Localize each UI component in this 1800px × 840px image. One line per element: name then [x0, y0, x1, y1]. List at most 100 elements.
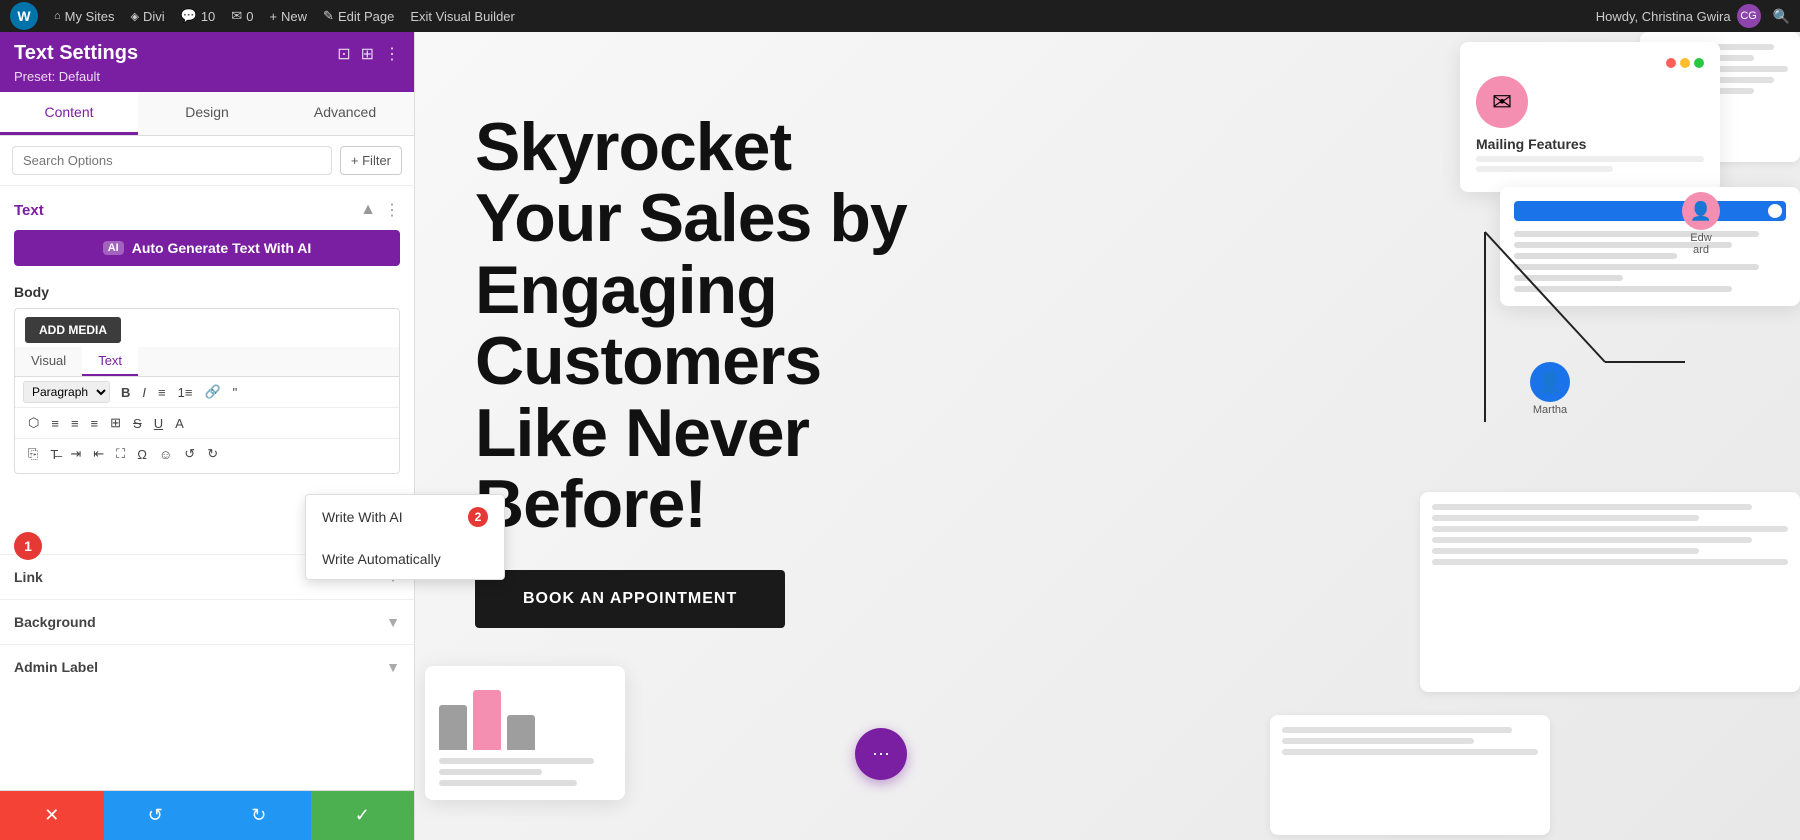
add-media-button[interactable]: ADD MEDIA [25, 317, 121, 343]
my-sites-menu[interactable]: ⌂ My Sites [54, 9, 115, 24]
user-avatar: CG [1737, 4, 1761, 28]
exit-builder-btn[interactable]: Exit Visual Builder [410, 9, 515, 24]
mid-right-lines [1420, 492, 1800, 577]
search-icon[interactable]: 🔍 [1773, 8, 1790, 25]
ai-button-label: Auto Generate Text With AI [132, 240, 312, 256]
window-dots [1476, 58, 1704, 68]
user-account[interactable]: Howdy, Christina Gwira CG [1596, 4, 1761, 28]
admin-label-section-row[interactable]: Admin Label ▼ [0, 644, 414, 689]
format-toolbar-row3: ⎘ T̶ ⇥ ⇤ ⛶ Ω ☺ ↺ ↻ [15, 439, 399, 473]
collapse-icon[interactable]: ▲ [360, 201, 376, 219]
mailing-line-1 [1476, 156, 1704, 162]
comments-count[interactable]: 💬 10 [181, 8, 216, 24]
ordered-list-btn[interactable]: 1≡ [173, 381, 198, 403]
mrl-1 [1432, 504, 1752, 510]
bold-btn[interactable]: B [116, 381, 135, 403]
panel-body: Text ▲ ⋮ AI Auto Generate Text With AI B… [0, 186, 414, 790]
messages-count[interactable]: ✉ 0 [231, 8, 253, 24]
section-controls: ▲ ⋮ [360, 200, 400, 220]
mrl-2 [1432, 515, 1699, 521]
strikethrough-btn[interactable]: S [128, 412, 147, 434]
reset-button[interactable]: ↺ [104, 791, 208, 840]
tab-design[interactable]: Design [138, 92, 276, 135]
cancel-icon: ✕ [44, 805, 59, 826]
unordered-list-btn[interactable]: ≡ [153, 381, 171, 403]
italic-btn[interactable]: I [137, 381, 151, 403]
bar-2 [473, 690, 501, 750]
bottom-right-lines [1270, 715, 1550, 767]
panel-tabs: Content Design Advanced [0, 92, 414, 136]
ai-generate-button[interactable]: AI Auto Generate Text With AI [14, 230, 400, 266]
wp-admin-bar: W ⌂ My Sites ◈ Divi 💬 10 ✉ 0 + New ✎ Edi… [0, 0, 1800, 32]
background-section-row[interactable]: Background ▼ [0, 599, 414, 644]
clear-format-btn[interactable]: T̶ [45, 443, 63, 465]
mailing-icon: ✉ [1476, 76, 1528, 128]
editor-tabs: Visual Text [15, 347, 399, 377]
background-chevron-icon: ▼ [386, 614, 400, 630]
blue-bar-card [1500, 187, 1800, 306]
wordpress-logo[interactable]: W [10, 2, 38, 30]
preset-label[interactable]: Preset: Default [14, 69, 400, 84]
chart-line-1 [439, 758, 594, 764]
save-button[interactable]: ✓ [311, 791, 415, 840]
body-label: Body [0, 280, 414, 308]
special-chars-btn[interactable]: Ω [132, 443, 152, 465]
more-options-icon[interactable]: ⋮ [384, 44, 400, 64]
dot-green [1694, 58, 1704, 68]
search-input[interactable] [12, 146, 332, 175]
paragraph-select[interactable]: Paragraph [23, 381, 110, 403]
martha-avatar: 👤 [1530, 362, 1570, 402]
blue-progress-bar [1514, 201, 1786, 221]
edward-name: Edward [1690, 232, 1711, 256]
write-automatically-label: Write Automatically [322, 551, 414, 567]
mailing-title: Mailing Features [1476, 136, 1704, 152]
dot-yellow [1680, 58, 1690, 68]
editor-tab-text[interactable]: Text [82, 347, 138, 376]
cancel-button[interactable]: ✕ [0, 791, 104, 840]
book-appointment-button[interactable]: Book An Appointment [475, 570, 785, 628]
purple-options-dot[interactable]: ⋯ [855, 728, 907, 780]
edit-icon: ✎ [323, 8, 334, 24]
editor-tab-visual[interactable]: Visual [15, 347, 82, 376]
link-btn[interactable]: 🔗 [199, 381, 225, 403]
bar-chart-card [425, 666, 625, 800]
outdent-btn[interactable]: ⇤ [88, 443, 109, 465]
paste-text-btn[interactable]: ⎘ [23, 443, 43, 465]
table-btn[interactable]: ⊞ [105, 412, 126, 434]
indent-btn[interactable]: ⇥ [65, 443, 86, 465]
chart-line-3 [439, 780, 577, 786]
redo-btn[interactable]: ↻ [202, 443, 223, 465]
canvas-area: SkyrocketYour Sales byEngagingCustomersL… [415, 32, 1800, 840]
align-center-btn[interactable]: ≡ [46, 412, 64, 434]
blockquote-btn[interactable]: " [228, 381, 243, 403]
write-with-ai-item[interactable]: Write With AI 2 [306, 495, 414, 539]
emoji-btn[interactable]: ☺ [154, 443, 177, 465]
edward-avatar: 👤 [1682, 192, 1720, 230]
align-right-btn[interactable]: ≡ [66, 412, 84, 434]
brl-3 [1282, 749, 1538, 755]
ai-popup-menu: Write With AI 2 Write Automatically [305, 494, 414, 580]
write-with-ai-label: Write With AI [322, 509, 403, 525]
martha-name: Martha [1533, 404, 1567, 416]
underline-btn[interactable]: U [149, 412, 168, 434]
fullscreen-btn[interactable]: ⛶ [111, 443, 130, 465]
tab-advanced[interactable]: Advanced [276, 92, 414, 135]
section-more-icon[interactable]: ⋮ [384, 200, 400, 220]
hero-section: SkyrocketYour Sales byEngagingCustomersL… [415, 32, 1800, 840]
format-toolbar: Paragraph B I ≡ 1≡ 🔗 " [15, 377, 399, 408]
new-menu[interactable]: + New [269, 9, 307, 24]
undo-btn[interactable]: ↺ [179, 443, 200, 465]
text-color-btn[interactable]: A [170, 412, 189, 434]
align-justify-btn[interactable]: ≡ [86, 412, 104, 434]
divi-menu[interactable]: ◈ Divi [131, 9, 165, 24]
tab-content[interactable]: Content [0, 92, 138, 135]
ai-badge: AI [103, 241, 124, 255]
admin-bar-right: Howdy, Christina Gwira CG 🔍 [1596, 4, 1790, 28]
write-automatically-item[interactable]: Write Automatically [306, 539, 414, 579]
edit-page-btn[interactable]: ✎ Edit Page [323, 8, 394, 24]
minimize-icon[interactable]: ⊡ [337, 44, 350, 64]
filter-button[interactable]: + Filter [340, 146, 402, 175]
align-left-btn[interactable]: ⬡ [23, 412, 44, 434]
grid-icon[interactable]: ⊞ [361, 44, 374, 64]
redo-button[interactable]: ↻ [207, 791, 311, 840]
